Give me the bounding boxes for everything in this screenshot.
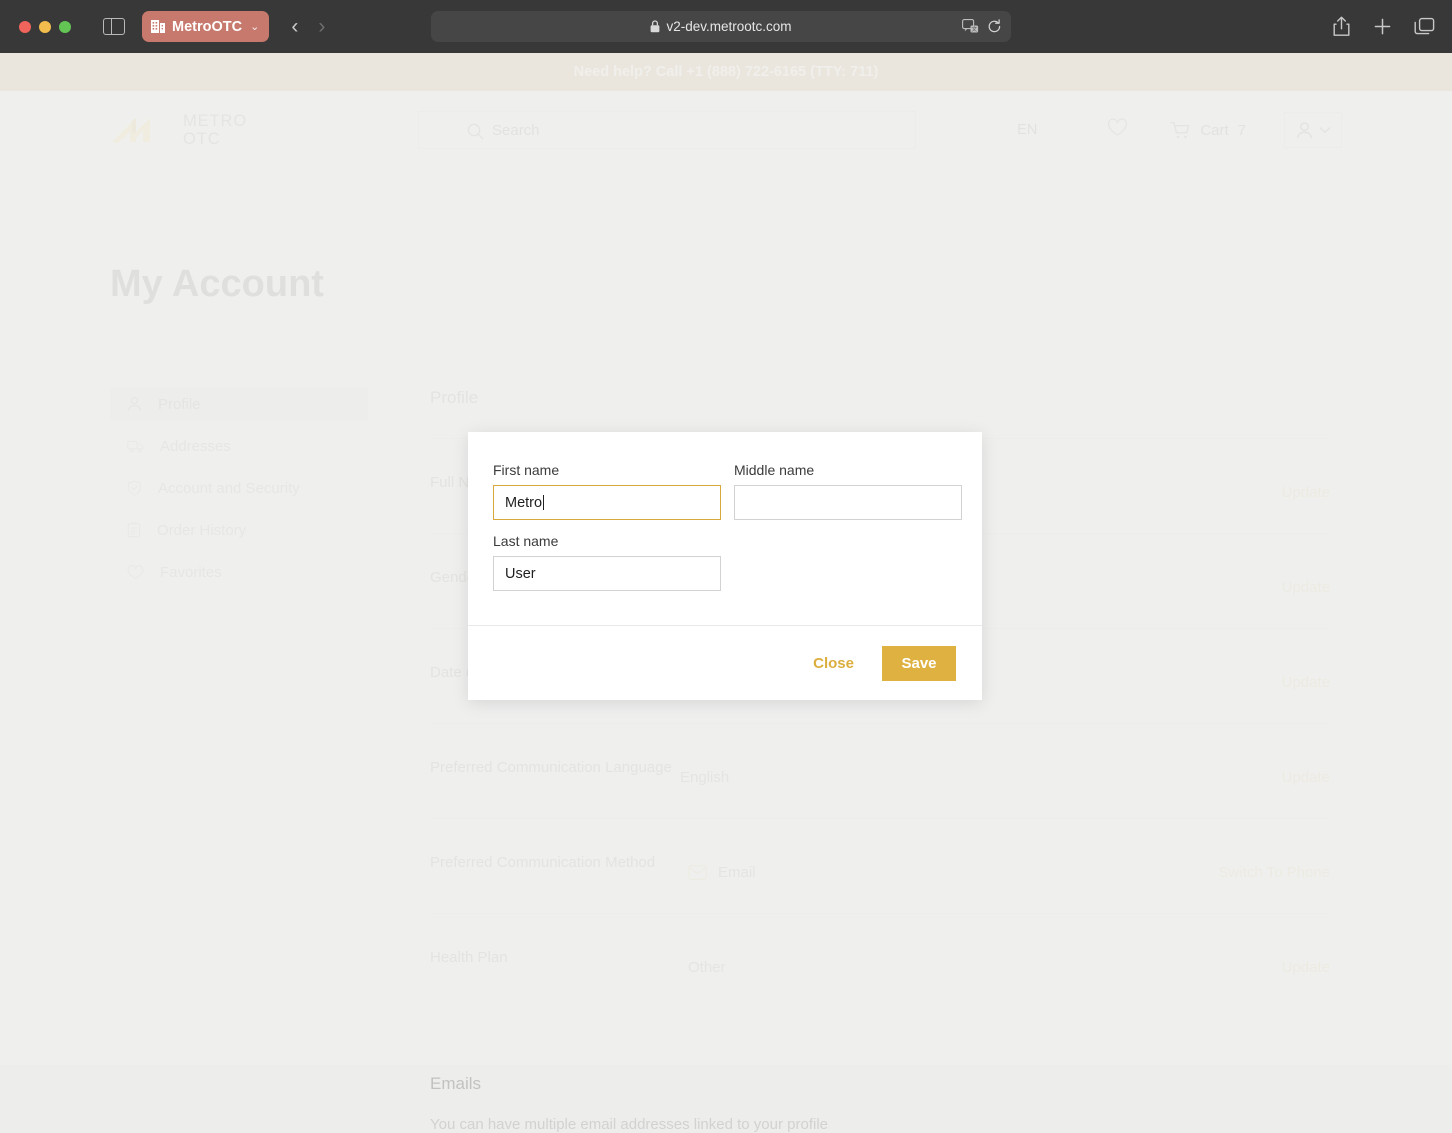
modal-footer: Close Save bbox=[468, 625, 982, 700]
modal-body: First name Metro Middle name Last name U… bbox=[468, 432, 982, 625]
edit-name-modal: First name Metro Middle name Last name U… bbox=[468, 432, 982, 700]
window-traffic-lights[interactable] bbox=[19, 21, 71, 33]
last-name-input[interactable]: User bbox=[493, 556, 721, 591]
reload-icon[interactable] bbox=[987, 19, 1002, 34]
close-button[interactable]: Close bbox=[799, 647, 868, 680]
share-icon[interactable] bbox=[1332, 16, 1351, 37]
middle-name-label: Middle name bbox=[734, 462, 962, 478]
close-window-button[interactable] bbox=[19, 21, 31, 33]
tab-overview-icon[interactable] bbox=[1414, 17, 1435, 36]
sidebar-toggle-icon[interactable] bbox=[103, 18, 125, 35]
last-name-label: Last name bbox=[493, 533, 957, 549]
address-bar-url: v2-dev.metrootc.com bbox=[666, 19, 791, 34]
first-name-input[interactable]: Metro bbox=[493, 485, 721, 520]
forward-button[interactable]: › bbox=[318, 16, 325, 37]
address-bar[interactable]: v2-dev.metrootc.com 文 bbox=[431, 11, 1011, 42]
first-name-value: Metro bbox=[505, 495, 542, 511]
minimize-window-button[interactable] bbox=[39, 21, 51, 33]
emails-subtitle: You can have multiple email addresses li… bbox=[430, 1116, 1330, 1133]
first-name-label: First name bbox=[493, 462, 721, 478]
last-name-value: User bbox=[505, 566, 536, 582]
browser-tab-metrootc[interactable]: MetroOTC ⌄ bbox=[142, 11, 269, 42]
middle-name-input[interactable] bbox=[734, 485, 962, 520]
maximize-window-button[interactable] bbox=[59, 21, 71, 33]
section-title-emails: Emails bbox=[430, 1074, 1330, 1094]
translate-icon[interactable]: 文 bbox=[962, 19, 979, 34]
lock-icon bbox=[650, 20, 660, 33]
page-viewport: Need help? Call +1 (888) 722-6165 (TTY: … bbox=[0, 53, 1452, 1065]
text-cursor bbox=[543, 495, 544, 510]
save-button[interactable]: Save bbox=[882, 646, 956, 681]
chevron-down-icon[interactable]: ⌄ bbox=[250, 20, 259, 33]
browser-toolbar-right[interactable] bbox=[1332, 0, 1435, 53]
browser-chrome: MetroOTC ⌄ ‹ › v2-dev.metrootc.com 文 bbox=[0, 0, 1452, 53]
browser-tab-label: MetroOTC bbox=[172, 19, 242, 35]
first-name-field: First name Metro bbox=[493, 462, 721, 520]
last-name-field: Last name User bbox=[493, 533, 957, 591]
building-icon bbox=[151, 19, 165, 34]
svg-text:文: 文 bbox=[972, 25, 978, 33]
browser-nav-arrows[interactable]: ‹ › bbox=[291, 16, 325, 37]
back-button[interactable]: ‹ bbox=[291, 16, 298, 37]
name-fields-row: First name Metro Middle name bbox=[493, 462, 957, 520]
plus-icon[interactable] bbox=[1373, 17, 1392, 36]
middle-name-field: Middle name bbox=[734, 462, 962, 520]
